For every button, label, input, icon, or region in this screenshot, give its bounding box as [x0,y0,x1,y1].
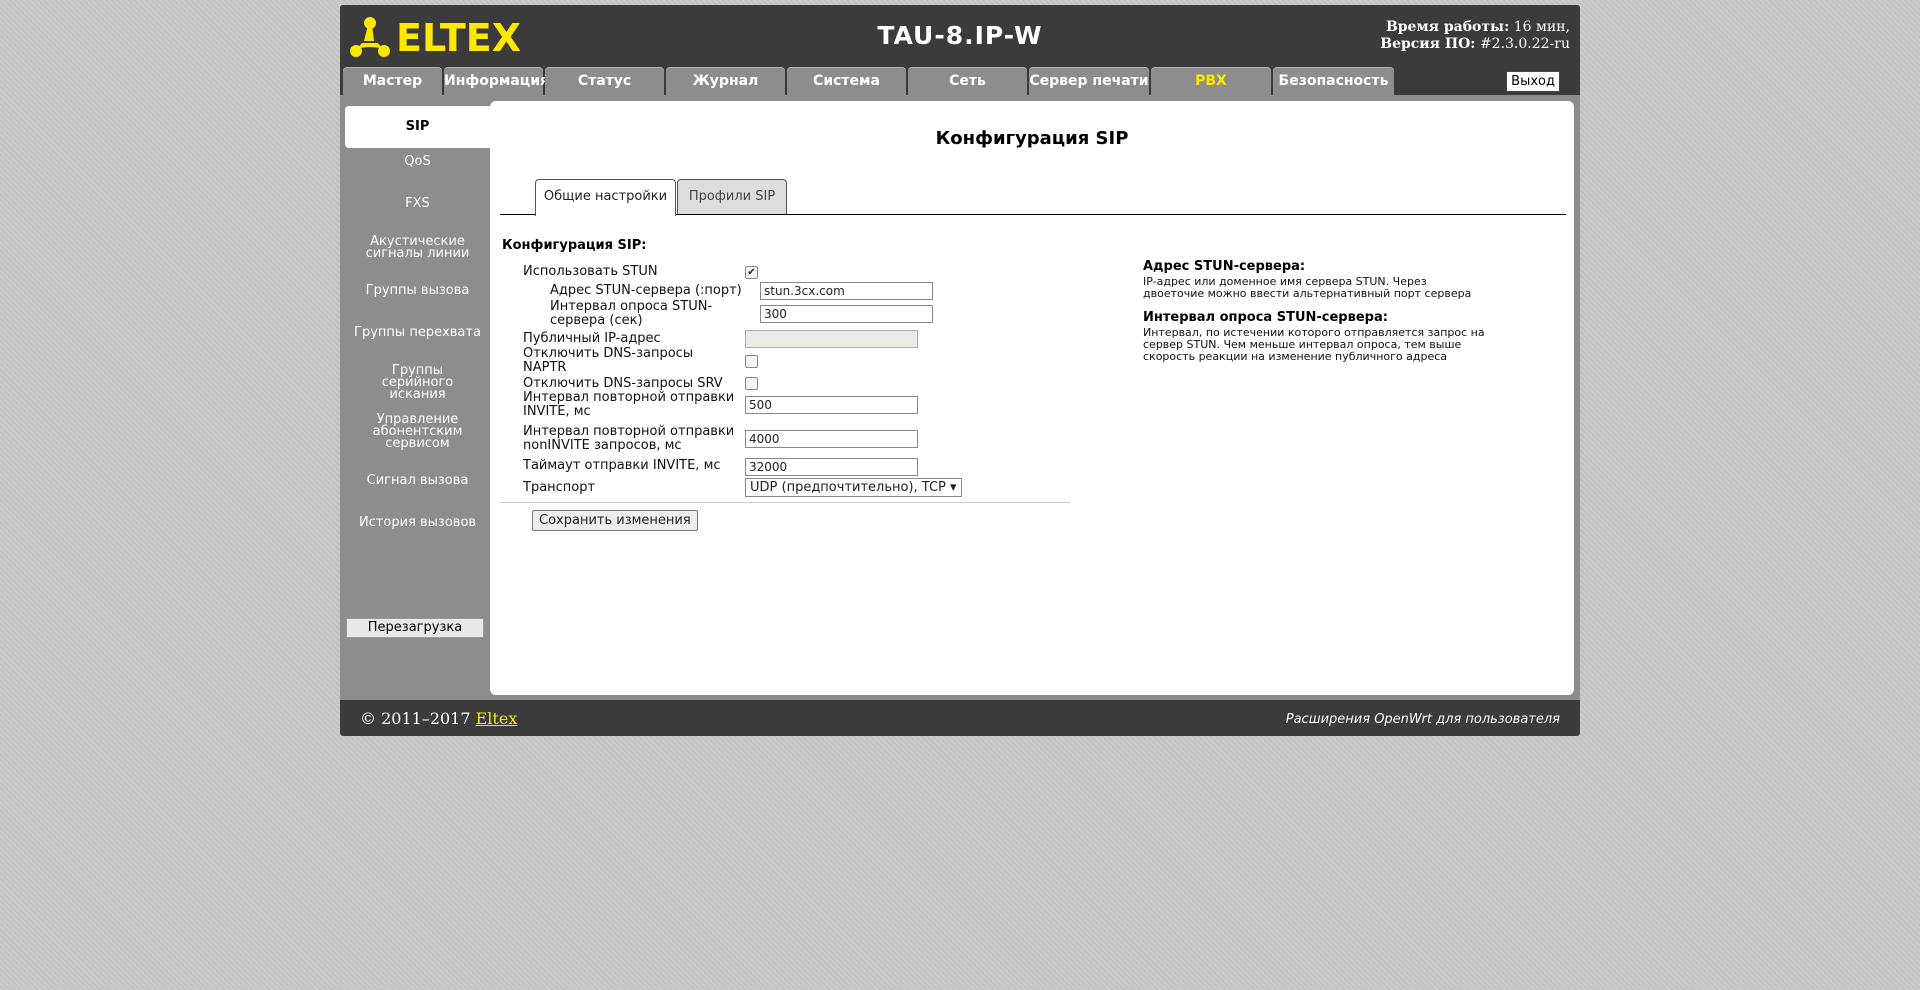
transport-label: Транспорт [523,480,596,495]
disable-naptr-label: Отключить DNS-запросы NAPTR [523,346,694,375]
uptime-value: 16 мин, [1513,19,1570,35]
tab-system[interactable]: Система [787,67,906,95]
noninvite-retry-label: Интервал повторной отправки nonINVITE за… [523,424,735,453]
openwrt-extensions-text: Расширения OpenWrt для пользователя [1285,712,1560,727]
public-ip-input[interactable] [745,330,918,348]
sidebar-item-qos[interactable]: QoS [345,155,490,168]
noninvite-retry-input[interactable]: 4000 [745,430,918,448]
tab-network[interactable]: Сеть [908,67,1027,95]
uptime-label: Время работы: [1385,19,1510,35]
form-title: Конфигурация SIP: [502,238,647,253]
sidebar-item-call-groups[interactable]: Группы вызова [345,284,490,297]
page-title: Конфигурация SIP [935,128,1129,149]
transport-value: UDP (предпочтительно), TCP [750,480,946,495]
tab-status[interactable]: Статус [545,67,664,95]
help-title-stun-interval: Интервал опроса STUN-сервера: [1143,310,1388,325]
sidebar-item-call-history[interactable]: История вызовов [345,516,490,529]
disable-naptr-checkbox[interactable] [745,355,758,368]
reboot-button[interactable]: Перезагрузка [346,618,484,638]
help-title-stun-address: Адрес STUN-сервера: [1143,259,1306,274]
eltex-link[interactable]: Eltex [476,709,518,728]
help-text-stun-interval: Интервал, по истечении которого отправля… [1143,326,1485,363]
invite-retry-label: Интервал повторной отправки INVITE, мс [523,390,735,419]
sidebar-item-pickup-groups[interactable]: Группы перехвата [345,326,490,339]
version-label: Версия ПО: [1380,36,1476,52]
system-info: Время работы: 16 мин, Версия ПО: #2.3.0.… [1380,19,1570,53]
stun-interval-label: Интервал опроса STUN-сервера (сек) [550,299,713,328]
sidebar-item-hunt-groups[interactable]: Группы серийного искания [345,364,490,401]
transport-select[interactable]: UDP (предпочтительно), TCP ▾ [745,478,962,497]
chevron-down-icon: ▾ [950,480,957,495]
main-nav: Мастер Информация Статус Журнал Система … [340,65,1580,95]
save-button[interactable]: Сохранить изменения [532,510,698,531]
form-divider [500,502,1070,503]
invite-retry-input[interactable]: 500 [745,396,918,414]
sidebar-item-ring-signal[interactable]: Сигнал вызова [345,474,490,487]
use-stun-checkbox[interactable]: ✔ [745,266,758,279]
use-stun-label: Использовать STUN [523,264,658,279]
tab-pbx[interactable]: PBX [1151,67,1271,95]
tab-security[interactable]: Безопасность [1273,67,1394,95]
tab-journal[interactable]: Журнал [666,67,785,95]
sidebar-item-fxs[interactable]: FXS [345,197,490,210]
footer: © 2011–2017 Eltex Расширения OpenWrt для… [340,700,1580,736]
disable-srv-checkbox[interactable] [745,377,758,390]
stun-interval-input[interactable]: 300 [760,305,933,323]
copyright: © 2011–2017 Eltex [360,709,517,728]
tab-print-server[interactable]: Сервер печати [1029,67,1149,95]
tab-sip-profiles[interactable]: Профили SIP [677,179,787,215]
stun-address-label: Адрес STUN-сервера (:порт) [550,283,742,298]
invite-timeout-label: Таймаут отправки INVITE, мс [523,458,721,473]
version-value: #2.3.0.22-ru [1479,36,1570,52]
sidebar-item-sip[interactable]: SIP [345,106,490,148]
body: SIP QoS FXS Акустические сигналы линии Г… [340,95,1580,700]
sidebar-item-line-signals[interactable]: Акустические сигналы линии [345,235,490,260]
tab-general-settings[interactable]: Общие настройки [535,179,676,216]
invite-timeout-input[interactable]: 32000 [745,458,918,476]
copyright-text: © 2011–2017 [360,709,471,728]
public-ip-label: Публичный IP-адрес [523,331,661,346]
header: ELTEX TAU-8.IP-W Время работы: 16 мин, В… [340,5,1580,65]
tab-info[interactable]: Информация [444,67,549,95]
disable-srv-label: Отключить DNS-запросы SRV [523,376,723,391]
sidebar-item-subscriber-service[interactable]: Управление абонентским сервисом [345,413,490,450]
content-panel: Конфигурация SIP Общие настройки Профили… [490,101,1574,695]
stun-address-input[interactable]: stun.3cx.com [760,282,933,300]
tab-master[interactable]: Мастер [343,67,442,95]
logout-button[interactable]: Выход [1506,71,1560,92]
help-text-stun-address: IP-адрес или доменное имя сервера STUN. … [1143,275,1472,300]
page-wrapper: ELTEX TAU-8.IP-W Время работы: 16 мин, В… [340,5,1580,736]
